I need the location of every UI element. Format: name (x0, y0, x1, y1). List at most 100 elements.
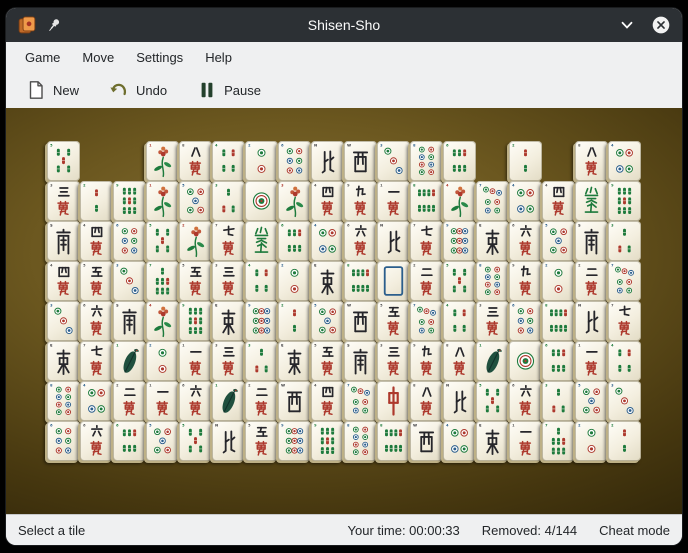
tile-b2[interactable]: 2 (278, 301, 311, 341)
tile-m8[interactable]: 8 (443, 341, 476, 381)
tile-b8[interactable]: 8 (344, 261, 377, 301)
tile-b4[interactable]: 4 (212, 141, 245, 181)
tile-b1[interactable]: 1 (113, 341, 146, 381)
tile-f3[interactable]: 3 (278, 181, 311, 221)
tile-b5[interactable]: 5 (179, 421, 212, 461)
tile-m3[interactable]: 3 (47, 181, 80, 221)
tile-f1[interactable]: 1 (146, 141, 179, 181)
tile-m8[interactable]: 8 (410, 381, 443, 421)
tile-b9[interactable]: 9 (179, 301, 212, 341)
tile-wE[interactable]: E (278, 341, 311, 381)
tile-d5[interactable]: 5 (575, 381, 608, 421)
tile-m7[interactable]: 7 (410, 221, 443, 261)
tile-wE[interactable]: E (311, 261, 344, 301)
tile-m5[interactable]: 5 (80, 261, 113, 301)
tile-d7[interactable]: 7 (410, 301, 443, 341)
tile-m5[interactable]: 5 (179, 261, 212, 301)
tile-wW[interactable]: W (344, 141, 377, 181)
tile-b7[interactable]: 7 (146, 261, 179, 301)
tile-m6[interactable]: 6 (509, 221, 542, 261)
tile-m3[interactable]: 3 (476, 301, 509, 341)
tile-m4[interactable]: 4 (542, 181, 575, 221)
tile-d9[interactable]: 9 (278, 421, 311, 461)
tile-m8[interactable]: 8 (575, 141, 608, 181)
tile-m6[interactable]: 6 (344, 221, 377, 261)
tile-b4[interactable]: 4 (608, 341, 641, 381)
tile-m3[interactable]: 3 (377, 341, 410, 381)
tile-b2[interactable]: 2 (509, 141, 542, 181)
tile-d6[interactable]: 6 (509, 301, 542, 341)
pin-icon[interactable] (43, 14, 65, 36)
tile-b5[interactable]: 5 (146, 221, 179, 261)
tile-d5[interactable]: 5 (146, 421, 179, 461)
tile-d7[interactable]: 7 (476, 181, 509, 221)
tile-b1[interactable]: 1 (476, 341, 509, 381)
tile-b2[interactable]: 2 (80, 181, 113, 221)
tile-f4[interactable]: 4 (146, 301, 179, 341)
tile-dgW[interactable] (377, 261, 410, 301)
tile-d2[interactable]: 2 (245, 141, 278, 181)
tile-m5[interactable]: 5 (311, 341, 344, 381)
tile-b8[interactable]: 8 (542, 301, 575, 341)
tile-b5[interactable]: 5 (47, 141, 80, 181)
tile-d2[interactable]: 2 (278, 261, 311, 301)
tile-d7[interactable]: 7 (608, 261, 641, 301)
tile-b3[interactable]: 3 (608, 221, 641, 261)
tile-d3[interactable]: 3 (608, 381, 641, 421)
tile-wW[interactable]: W (278, 381, 311, 421)
tile-b1[interactable]: 1 (212, 381, 245, 421)
tile-d1[interactable] (245, 181, 278, 221)
tile-wN[interactable]: N (377, 221, 410, 261)
tile-d5[interactable]: 5 (542, 221, 575, 261)
tile-wN[interactable]: N (311, 141, 344, 181)
tile-d8[interactable]: 8 (47, 381, 80, 421)
tile-m7[interactable]: 7 (608, 301, 641, 341)
tile-m5[interactable]: 5 (245, 421, 278, 461)
tile-b9[interactable]: 9 (113, 181, 146, 221)
tile-wW[interactable]: W (344, 301, 377, 341)
tile-wW[interactable]: W (410, 421, 443, 461)
tile-d1[interactable] (509, 341, 542, 381)
tile-s1[interactable]: 1 (146, 181, 179, 221)
tile-m4[interactable]: 4 (47, 261, 80, 301)
tile-b5[interactable]: 5 (443, 261, 476, 301)
tile-m5[interactable]: 5 (377, 301, 410, 341)
tile-d2[interactable]: 2 (146, 341, 179, 381)
tile-d3[interactable]: 3 (47, 301, 80, 341)
new-button[interactable]: New (16, 76, 89, 104)
menu-help[interactable]: Help (194, 46, 243, 69)
tile-b9[interactable]: 9 (608, 181, 641, 221)
tile-m6[interactable]: 6 (80, 421, 113, 461)
tile-m8[interactable]: 8 (179, 141, 212, 181)
tile-m6[interactable]: 6 (509, 381, 542, 421)
tile-d2[interactable]: 2 (542, 261, 575, 301)
tile-b4[interactable]: 4 (245, 261, 278, 301)
tile-wS[interactable]: S (344, 341, 377, 381)
tile-d7[interactable]: 7 (344, 381, 377, 421)
tile-b6[interactable]: 6 (278, 221, 311, 261)
tile-m9[interactable]: 9 (410, 341, 443, 381)
tile-m9[interactable]: 9 (509, 261, 542, 301)
tile-wN[interactable]: N (443, 381, 476, 421)
menu-game[interactable]: Game (14, 46, 71, 69)
tile-m1[interactable]: 1 (377, 181, 410, 221)
menu-settings[interactable]: Settings (125, 46, 194, 69)
tile-b6[interactable]: 6 (443, 141, 476, 181)
tile-m2[interactable]: 2 (113, 381, 146, 421)
tile-b2[interactable]: 2 (608, 421, 641, 461)
tile-d9[interactable]: 9 (443, 221, 476, 261)
tile-d4[interactable]: 4 (443, 421, 476, 461)
tile-d5[interactable]: 5 (311, 301, 344, 341)
tile-m1[interactable]: 1 (509, 421, 542, 461)
tile-b4[interactable]: 4 (443, 301, 476, 341)
tile-b3[interactable]: 3 (542, 381, 575, 421)
tile-wE[interactable]: E (47, 341, 80, 381)
tile-d6[interactable]: 6 (47, 421, 80, 461)
tile-d5[interactable]: 5 (179, 181, 212, 221)
tile-m1[interactable]: 1 (146, 381, 179, 421)
tile-m1[interactable]: 1 (179, 341, 212, 381)
tile-b8[interactable]: 8 (377, 421, 410, 461)
tile-b3[interactable]: 3 (212, 181, 245, 221)
tile-m2[interactable]: 2 (245, 381, 278, 421)
tile-m6[interactable]: 6 (80, 301, 113, 341)
